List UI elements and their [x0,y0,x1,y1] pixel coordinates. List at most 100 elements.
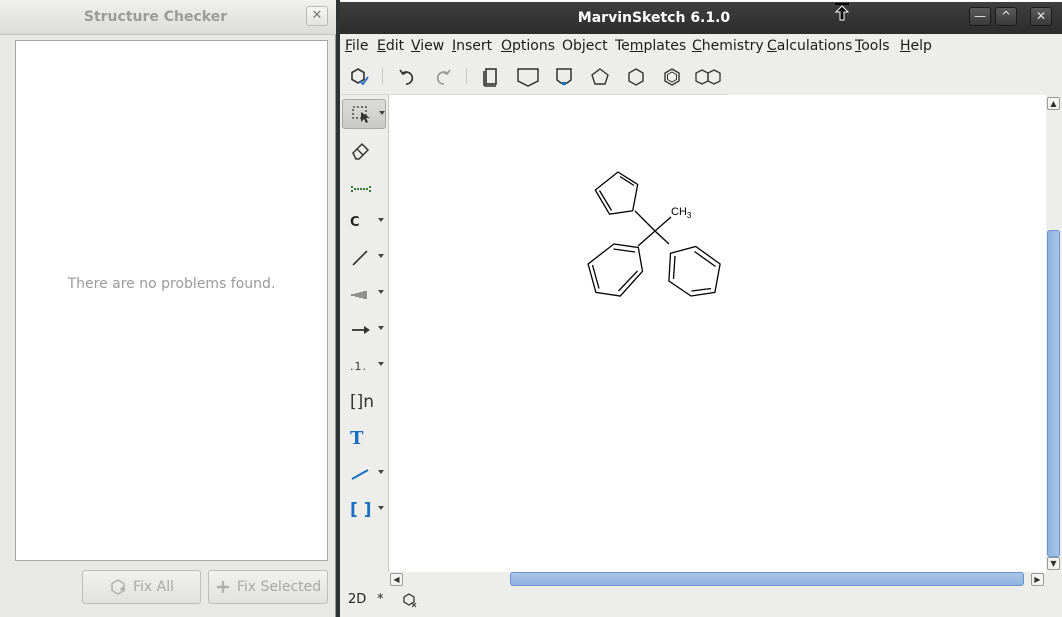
graphic-line-icon [351,469,369,480]
empty-message: There are no problems found. [67,276,276,292]
text-tool-label: T [350,427,364,449]
ch3-subscript: 3 [687,211,692,220]
toolbar-separator [382,68,383,84]
chain-tool[interactable] [342,279,386,309]
menu-text: dit [385,38,405,54]
atom-map-tool[interactable] [342,171,386,201]
dimension-mode: 2D [348,592,367,607]
menu-mnemonic: O [501,38,513,54]
atom-tool[interactable]: C [342,207,386,237]
menu-object[interactable]: Object [562,38,608,54]
template-bracket-icon[interactable] [551,64,577,90]
structure-checker-window: Structure Checker ✕ There are no problem… [0,0,336,617]
menu-text: nsert [456,38,493,54]
fix-all-label: Fix All [132,579,174,595]
line-tool[interactable] [342,459,386,489]
scroll-down-icon[interactable]: ▼ [1047,557,1060,570]
ch3-label: CH3 [671,206,692,220]
scroll-left-icon[interactable]: ◀ [390,573,403,586]
arrow-right-icon [352,326,370,334]
menu-text: iew [420,38,445,54]
menu-text: ools [861,38,890,54]
fix-all-icon [111,579,125,595]
menu-file[interactable]: File [345,38,368,54]
eraser-icon [352,142,370,160]
molecule-structure: CH3 [587,171,721,297]
benzene-icon[interactable] [659,64,685,90]
pentagon-icon[interactable] [587,64,613,90]
bracket-n-tool[interactable]: []n [342,387,386,417]
modified-indicator: * [377,592,384,607]
ch3-main: CH [671,206,687,218]
toolbar-separator [466,68,467,84]
template-library-icon[interactable] [478,64,504,90]
undo-icon[interactable] [394,64,420,90]
hexagon-icon[interactable] [623,64,649,90]
menu-text: alculations [776,38,853,54]
marvinsketch-titlebar[interactable]: MarvinSketch 6.1.0 — ^ ✕ [340,0,1062,34]
menu-mnemonic: V [411,38,421,54]
drawing-canvas[interactable]: CH3 [388,95,1047,572]
hashed-bond-icon [351,291,367,299]
menu-options[interactable]: Options [501,38,555,54]
close-button[interactable]: ✕ [1030,7,1052,26]
close-icon[interactable]: ✕ [306,6,328,26]
structure-check-status-icon[interactable] [402,592,418,608]
status-bar: 2D * [340,588,1062,617]
reaction-arrow-tool[interactable] [342,315,386,345]
vertical-scroll-thumb[interactable] [1047,230,1060,557]
bracket-n-label: []n [350,392,375,412]
select-tool[interactable] [342,99,386,129]
menu-help[interactable]: Help [900,38,932,54]
menu-edit[interactable]: Edit [377,38,404,54]
marvinsketch-window: MarvinSketch 6.1.0 — ^ ✕ File Edit View … [340,0,1062,617]
problems-list[interactable]: There are no problems found. [15,40,328,561]
structure-check-icon[interactable] [346,64,372,90]
menu-tools[interactable]: Tools [855,38,890,54]
selection-icon [352,106,370,123]
menu-calculations[interactable]: Calculations [767,38,852,54]
menu-text: hemistry [701,38,764,54]
fix-selected-button[interactable]: Fix Selected [208,570,328,604]
template-shape-icon[interactable] [515,64,541,90]
redo-icon[interactable] [430,64,456,90]
horizontal-scroll-thumb[interactable] [510,572,1024,586]
menu-chemistry[interactable]: Chemistry [692,38,764,54]
menu-view[interactable]: View [411,38,444,54]
menu-mnemonic: F [345,38,353,54]
minimize-button[interactable]: — [969,7,991,26]
menu-mnemonic: C [767,38,777,54]
menubar: File Edit View Insert Options Object Tem… [340,34,1062,58]
menu-templates[interactable]: Templates [615,38,686,54]
charge-tool[interactable]: .1. [342,351,386,381]
menu-text: elp [910,38,932,54]
bond-tool[interactable] [342,243,386,273]
menu-mnemonic: C [692,38,702,54]
menu-text: ile [352,38,369,54]
menu-mnemonic: m [629,38,644,54]
scroll-right-icon[interactable]: ▶ [1031,573,1044,586]
menu-insert[interactable]: Insert [452,38,492,54]
scroll-up-icon[interactable]: ▲ [1047,97,1060,110]
main-toolbar [340,58,728,95]
atom-map-icon [351,186,371,192]
maximize-button[interactable]: ^ [995,7,1017,26]
bracket-tool[interactable]: [ ] [342,495,386,525]
window-title: MarvinSketch 6.1.0 [577,10,731,26]
naphthalene-icon[interactable] [695,64,721,90]
structure-checker-title: Structure Checker [83,9,228,25]
mouse-cursor-icon [834,3,850,21]
plus-icon [216,581,229,593]
menu-text: ptions [512,38,556,54]
left-toolbar: C .1. []n T [ ] [340,95,388,590]
fix-selected-label: Fix Selected [236,579,322,595]
atom-carbon-label: C [350,214,360,230]
erase-tool[interactable] [342,135,386,165]
menu-mnemonic: H [900,38,911,54]
single-bond-icon [352,250,368,266]
structure-checker-titlebar[interactable]: Structure Checker ✕ [0,0,336,35]
charge-label: .1. [350,359,367,373]
text-tool[interactable]: T [342,423,386,453]
fix-all-button[interactable]: Fix All [82,570,201,604]
menu-text: Te [615,38,630,54]
